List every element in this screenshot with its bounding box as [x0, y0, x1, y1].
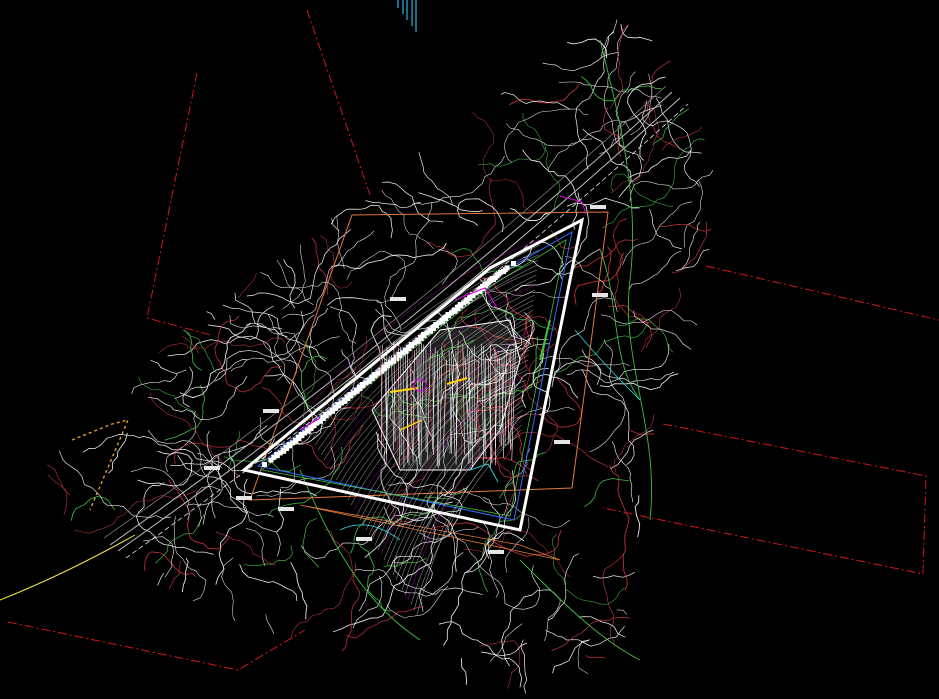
- checker-cell: [298, 432, 304, 437]
- annotation-tag: [590, 205, 606, 209]
- checker-cell: [359, 382, 365, 387]
- annotation-tag: [390, 297, 406, 301]
- checker-cell: [490, 276, 495, 281]
- annotation-tag: [204, 466, 220, 470]
- checker-cell: [274, 452, 280, 457]
- annotation-tag: [356, 537, 372, 541]
- checker-cell: [335, 402, 341, 407]
- annotation-tag: [263, 409, 279, 413]
- annotation-tag: [554, 440, 570, 444]
- checker-cell: [286, 442, 292, 447]
- annotation-tag: [236, 496, 252, 500]
- checker-cell: [372, 372, 378, 377]
- annotation-tag: [278, 507, 294, 511]
- checker-cell: [408, 342, 414, 347]
- checker-cell: [511, 261, 516, 266]
- annotation-tag: [592, 293, 608, 297]
- checker-cell: [504, 265, 510, 271]
- annotation-tag: [488, 550, 504, 554]
- checker-cell: [262, 462, 267, 467]
- cad-drawing-canvas[interactable]: [0, 0, 939, 699]
- checker-cell: [323, 412, 329, 417]
- checker-cell: [498, 269, 504, 275]
